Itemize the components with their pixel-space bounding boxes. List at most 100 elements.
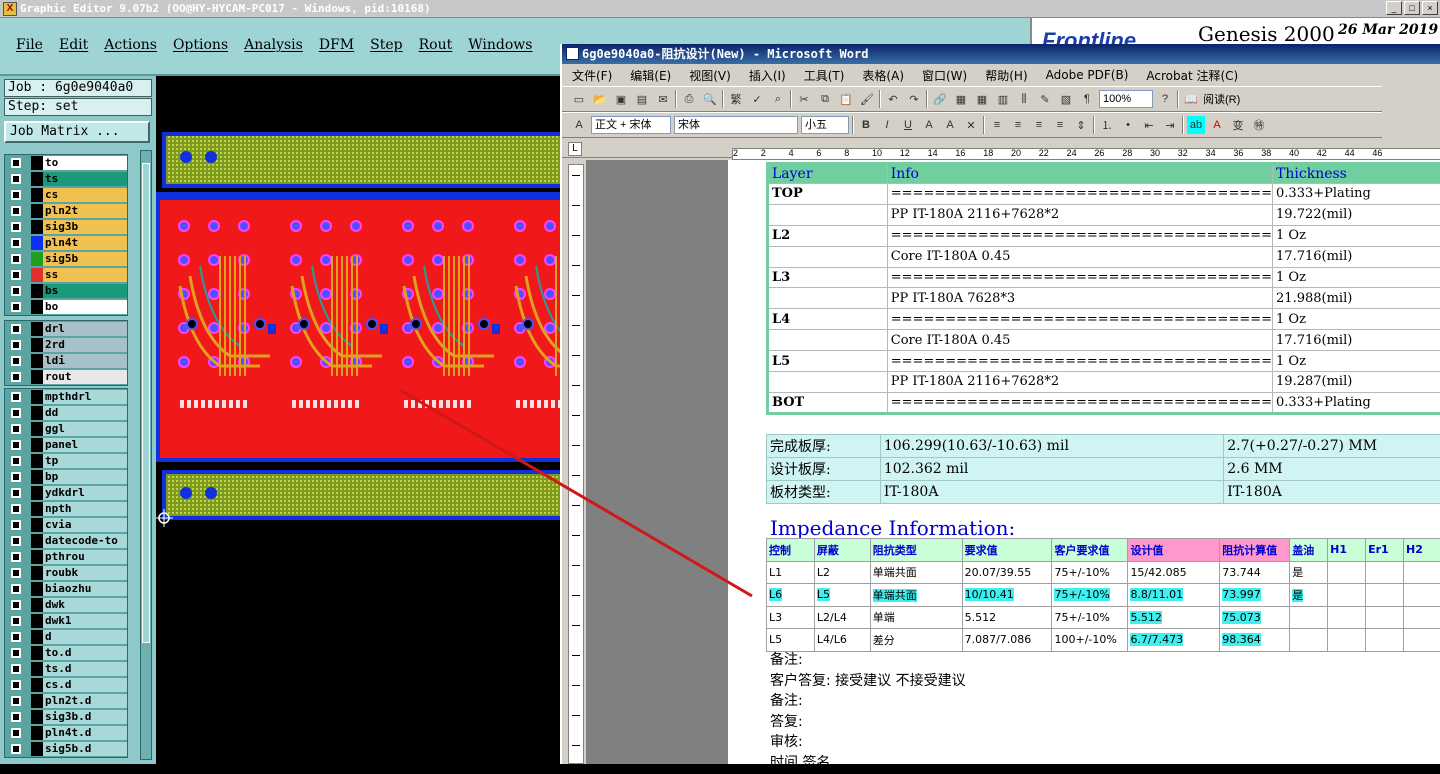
layer-checkbox[interactable] — [11, 408, 21, 418]
layer-row[interactable]: dwk — [5, 597, 127, 613]
layer-checkbox[interactable] — [11, 488, 21, 498]
stackup-cell[interactable]: =================================== — [887, 184, 1272, 205]
impedance-cell[interactable]: 5.512 — [1128, 606, 1220, 629]
layer-checkbox[interactable] — [11, 456, 21, 466]
layer-name[interactable]: ts — [43, 172, 127, 186]
layer-name[interactable]: to.d — [43, 646, 127, 660]
layer-row[interactable]: dwk1 — [5, 613, 127, 629]
layer-checkbox[interactable] — [11, 424, 21, 434]
new-doc-icon[interactable]: ▭ — [570, 90, 588, 108]
layer-row[interactable]: cvia — [5, 517, 127, 533]
layer-row[interactable]: ydkdrl — [5, 485, 127, 501]
layer-row[interactable]: biaozhu — [5, 581, 127, 597]
layer-name[interactable]: dwk — [43, 598, 127, 612]
layer-name[interactable]: biaozhu — [43, 582, 127, 596]
impedance-cell[interactable]: 20.07/39.55 — [962, 561, 1052, 584]
layer-row[interactable]: ggl — [5, 421, 127, 437]
note-line[interactable]: 客户答复: 接受建议 不接受建议 — [770, 671, 966, 692]
stackup-cell[interactable]: 0.333+Plating — [1273, 184, 1440, 205]
impedance-cell[interactable] — [1328, 584, 1366, 607]
layer-checkbox[interactable] — [11, 392, 21, 402]
stackup-cell[interactable]: 17.716(mil) — [1273, 246, 1440, 267]
line-spacing-icon[interactable]: ⇕ — [1072, 116, 1090, 134]
layer-checkbox[interactable] — [11, 744, 21, 754]
layer-row[interactable]: cs.d — [5, 677, 127, 693]
board-info-cell[interactable]: 2.7(+0.27/-0.27) MM — [1224, 435, 1440, 458]
layer-checkbox[interactable] — [11, 206, 21, 216]
layer-checkbox[interactable] — [11, 190, 21, 200]
impedance-cell[interactable] — [1404, 584, 1440, 607]
impedance-cell[interactable]: 5.512 — [962, 606, 1052, 629]
impedance-cell[interactable]: 是 — [1290, 584, 1328, 607]
stackup-cell[interactable] — [768, 288, 888, 309]
layer-checkbox[interactable] — [11, 222, 21, 232]
undo-icon[interactable]: ↶ — [884, 90, 902, 108]
layer-name[interactable]: dwk1 — [43, 614, 127, 628]
impedance-cell[interactable] — [1404, 561, 1440, 584]
layer-row[interactable]: tp — [5, 453, 127, 469]
impedance-cell[interactable] — [1404, 606, 1440, 629]
read-button[interactable]: 阅读(R) — [1203, 91, 1240, 107]
layer-row[interactable]: d — [5, 629, 127, 645]
show-hide-icon[interactable]: ¶ — [1078, 90, 1096, 108]
stackup-cell[interactable]: 1 Oz — [1273, 309, 1440, 330]
layer-row[interactable]: sig5b.d — [5, 741, 127, 757]
word-menu-item[interactable]: 文件(F) — [572, 67, 612, 84]
stackup-cell[interactable]: =================================== — [887, 225, 1272, 246]
impedance-cell[interactable]: 6.7/7.473 — [1128, 629, 1220, 652]
research-icon[interactable]: 繁 — [727, 90, 745, 108]
numbering-icon[interactable]: ⒈ — [1098, 116, 1116, 134]
layer-row[interactable]: mpthdrl — [5, 389, 127, 405]
layer-name[interactable]: dd — [43, 406, 127, 420]
layer-checkbox[interactable] — [11, 632, 21, 642]
genesis-menu-edit[interactable]: Edit — [51, 37, 96, 53]
layer-checkbox[interactable] — [11, 238, 21, 248]
layer-row[interactable]: ldi — [5, 353, 127, 369]
maximize-button[interactable]: □ — [1404, 1, 1420, 15]
layer-name[interactable]: drl — [43, 322, 127, 336]
layer-row[interactable]: sig3b.d — [5, 709, 127, 725]
drawing-icon[interactable]: ✎ — [1036, 90, 1054, 108]
layer-name[interactable]: pln4t.d — [43, 726, 127, 740]
layer-row[interactable]: pln4t — [5, 235, 127, 251]
styles-icon[interactable]: A — [570, 116, 588, 134]
layer-name[interactable]: rout — [43, 370, 127, 384]
impedance-cell[interactable]: 75+/-10% — [1052, 584, 1128, 607]
layer-name[interactable]: ydkdrl — [43, 486, 127, 500]
genesis-menu-dfm[interactable]: DFM — [311, 37, 362, 53]
stackup-cell[interactable]: =================================== — [887, 392, 1272, 413]
stackup-cell[interactable]: 1 Oz — [1273, 267, 1440, 288]
stackup-cell[interactable]: 1 Oz — [1273, 225, 1440, 246]
layer-name[interactable]: sig3b.d — [43, 710, 127, 724]
stackup-cell[interactable]: =================================== — [887, 267, 1272, 288]
layer-row[interactable]: drl — [5, 321, 127, 337]
impedance-cell[interactable]: 98.364 — [1220, 629, 1290, 652]
zoom-select[interactable]: 100% — [1099, 90, 1153, 108]
size-select[interactable]: 小五 — [801, 116, 849, 134]
impedance-cell[interactable] — [1328, 629, 1366, 652]
cut-icon[interactable]: ✂ — [795, 90, 813, 108]
impedance-cell[interactable]: 73.997 — [1220, 584, 1290, 607]
layer-checkbox[interactable] — [11, 356, 21, 366]
align-left-icon[interactable]: ≡ — [988, 116, 1006, 134]
layer-checkbox[interactable] — [11, 504, 21, 514]
italic-icon[interactable]: I — [878, 116, 896, 134]
layer-checkbox[interactable] — [11, 680, 21, 690]
pcb-graphic-canvas[interactable] — [156, 76, 560, 764]
layer-name[interactable]: npth — [43, 502, 127, 516]
impedance-cell[interactable]: L5 — [814, 584, 870, 607]
layer-name[interactable]: cvia — [43, 518, 127, 532]
layer-name[interactable]: 2rd — [43, 338, 127, 352]
stackup-cell[interactable]: Core IT-180A 0.45 — [887, 330, 1272, 351]
impedance-cell[interactable]: 15/42.085 — [1128, 561, 1220, 584]
decrease-indent-icon[interactable]: ⇤ — [1140, 116, 1158, 134]
stackup-cell[interactable]: 19.287(mil) — [1273, 372, 1440, 393]
impedance-cell[interactable]: 单端共面 — [870, 584, 962, 607]
impedance-cell[interactable] — [1290, 606, 1328, 629]
layer-row[interactable]: ts — [5, 171, 127, 187]
impedance-cell[interactable]: 8.8/11.01 — [1128, 584, 1220, 607]
style-select[interactable]: 正文 + 宋体 — [591, 116, 671, 134]
word-menu-item[interactable]: 工具(T) — [804, 67, 845, 84]
tables-borders-icon[interactable]: ▦ — [952, 90, 970, 108]
layer-name[interactable]: cs — [43, 188, 127, 202]
